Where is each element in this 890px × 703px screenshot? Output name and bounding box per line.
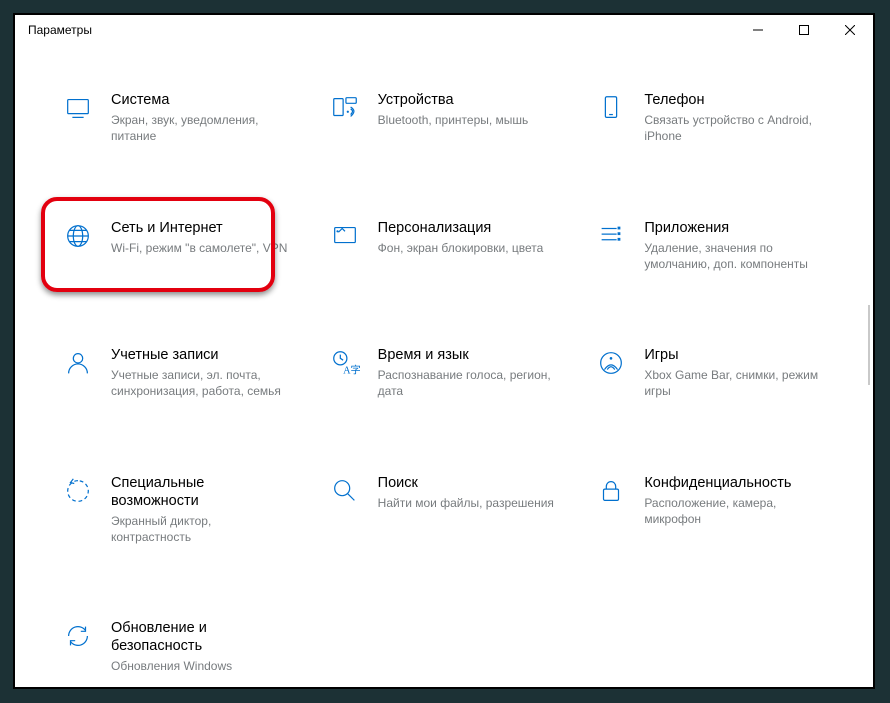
tile-desc: Распознавание голоса, регион, дата: [378, 367, 558, 399]
tile-desc: Xbox Game Bar, снимки, режим игры: [644, 367, 824, 399]
ease-of-access-icon: [61, 474, 95, 508]
tile-search[interactable]: Поиск Найти мои файлы, разрешения: [322, 472, 577, 548]
tile-desc: Wi-Fi, режим "в самолете", VPN: [111, 240, 287, 256]
tile-desc: Расположение, камера, микрофон: [644, 495, 824, 527]
system-icon: [61, 91, 95, 125]
tile-desc: Фон, экран блокировки, цвета: [378, 240, 544, 256]
tile-title: Телефон: [644, 91, 824, 109]
tile-title: Сеть и Интернет: [111, 219, 287, 237]
maximize-button[interactable]: [781, 15, 827, 45]
tile-time-language[interactable]: Время и язык Распознавание голоса, регион…: [322, 344, 577, 402]
tile-title: Обновление и безопасность: [111, 619, 291, 655]
apps-icon: [594, 219, 628, 253]
personalization-icon: [328, 219, 362, 253]
tile-desc: Найти мои файлы, разрешения: [378, 495, 554, 511]
tile-title: Специальные возможности: [111, 474, 291, 510]
phone-icon: [594, 91, 628, 125]
settings-window: Параметры Система Экран, звук, уведомлени…: [15, 15, 873, 687]
tile-system[interactable]: Система Экран, звук, уведомления, питание: [55, 89, 310, 147]
devices-icon: [328, 91, 362, 125]
tile-desc: Экранный диктор, контрастность: [111, 513, 291, 545]
gaming-icon: [594, 346, 628, 380]
tile-title: Учетные записи: [111, 346, 291, 364]
tile-title: Приложения: [644, 219, 824, 237]
content-area: Система Экран, звук, уведомления, питание…: [15, 45, 873, 697]
tile-network[interactable]: Сеть и Интернет Wi-Fi, режим "в самолете"…: [55, 217, 310, 275]
tile-desc: Обновления Windows: [111, 658, 291, 674]
tile-desc: Связать устройство с Android, iPhone: [644, 112, 824, 144]
tile-devices[interactable]: Устройства Bluetooth, принтеры, мышь: [322, 89, 577, 147]
tile-desc: Учетные записи, эл. почта, синхронизация…: [111, 367, 291, 399]
network-icon: [61, 219, 95, 253]
tile-title: Конфиденциальность: [644, 474, 824, 492]
search-icon: [328, 474, 362, 508]
tile-update[interactable]: Обновление и безопасность Обновления Wind…: [55, 617, 310, 676]
tile-apps[interactable]: Приложения Удаление, значения по умолчани…: [588, 217, 843, 275]
tile-gaming[interactable]: Игры Xbox Game Bar, снимки, режим игры: [588, 344, 843, 402]
tile-desc: Удаление, значения по умолчанию, доп. ко…: [644, 240, 824, 272]
tile-title: Время и язык: [378, 346, 558, 364]
privacy-icon: [594, 474, 628, 508]
tile-title: Поиск: [378, 474, 554, 492]
tile-title: Игры: [644, 346, 824, 364]
titlebar: Параметры: [15, 15, 873, 45]
tile-personalization[interactable]: Персонализация Фон, экран блокировки, цве…: [322, 217, 577, 275]
minimize-button[interactable]: [735, 15, 781, 45]
tile-ease-of-access[interactable]: Специальные возможностиЭкранный диктор, …: [55, 472, 310, 548]
tile-accounts[interactable]: Учетные записи Учетные записи, эл. почта,…: [55, 344, 310, 402]
tile-desc: Экран, звук, уведомления, питание: [111, 112, 291, 144]
time-language-icon: [328, 346, 362, 380]
scrollbar[interactable]: [868, 305, 870, 385]
tile-privacy[interactable]: Конфиденциальность Расположение, камера, …: [588, 472, 843, 548]
tile-phone[interactable]: Телефон Связать устройство с Android, iPh…: [588, 89, 843, 147]
settings-grid: Система Экран, звук, уведомления, питание…: [55, 89, 843, 677]
tile-title: Система: [111, 91, 291, 109]
tile-title: Персонализация: [378, 219, 544, 237]
close-button[interactable]: [827, 15, 873, 45]
update-icon: [61, 619, 95, 653]
accounts-icon: [61, 346, 95, 380]
tile-desc: Bluetooth, принтеры, мышь: [378, 112, 529, 128]
window-title: Параметры: [15, 23, 92, 37]
tile-title: Устройства: [378, 91, 529, 109]
